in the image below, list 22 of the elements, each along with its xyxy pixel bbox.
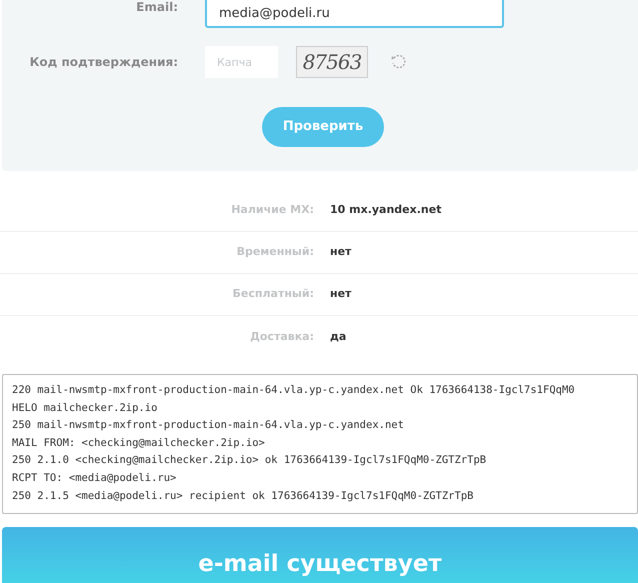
refresh-icon[interactable] (390, 53, 408, 71)
verdict-text: e-mail существует (198, 550, 442, 579)
email-field[interactable]: media@podeli.ru (205, 0, 504, 28)
result-value: да (330, 328, 346, 345)
captcha-field[interactable]: Капча (205, 46, 278, 78)
log-line: MAIL FROM: <checking@mailchecker.2ip.io> (12, 436, 266, 451)
log-line: 250 2.1.5 <media@podeli.ru> recipient ok 1763664139-Igcl7s1FQqM0-ZGTZrTpB (12, 488, 474, 504)
result-label: Наличие MX: (230, 202, 314, 218)
field-label: Email: (135, 0, 178, 16)
result-value: нет (330, 286, 352, 302)
result-label: Временный: (236, 244, 314, 260)
log-line: 250 mail-nwsmtp-mxfront-production-main-64.vla.yp-c.yandex.net (12, 418, 405, 434)
result-value: нет (330, 244, 352, 260)
log-line: 250 2.1.0 <checking@mailchecker.2ip.io> ok 1763664139-Igcl7s1FQqM0-ZGTZrTpB (12, 453, 488, 468)
result-label: Бесплатный: (232, 286, 314, 302)
field-label: Код подтверждения: (28, 54, 178, 71)
log-line: HELO mailchecker.2ip.io (12, 400, 158, 416)
result-label: Доставка: (249, 328, 314, 345)
log-line: RCPT TO: <media@podeli.ru> (12, 470, 178, 486)
result-value: 10 mx.yandex.net (330, 202, 442, 218)
captcha-image: 87563 (296, 46, 368, 78)
log-line: 220 mail-nwsmtp-mxfront-production-main-64.vla.yp-c.yandex.net Ok 1763664138-Igcl7s1FQqM0 (12, 383, 576, 398)
